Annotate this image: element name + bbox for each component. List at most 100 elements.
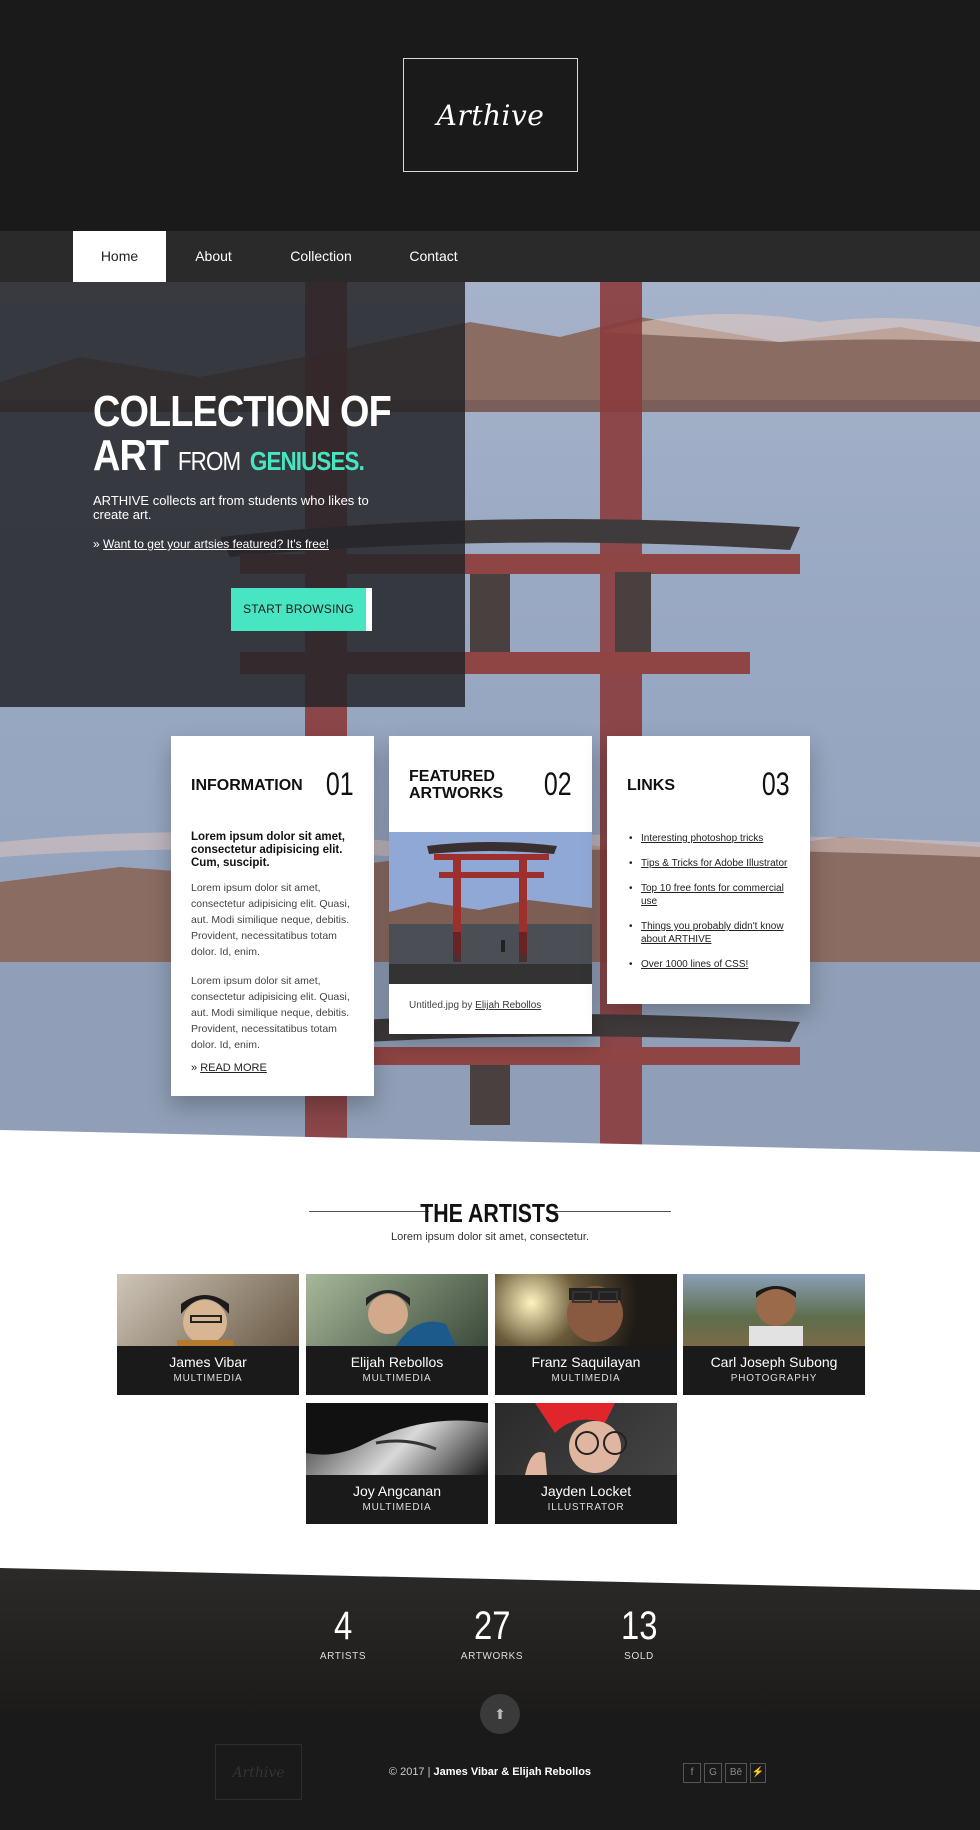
information-card: INFORMATION 01 Lorem ipsum dolor sit ame…: [171, 736, 374, 1096]
list-item: Over 1000 lines of CSS!: [627, 958, 792, 971]
link-free-fonts[interactable]: Top 10 free fonts for commercial use: [641, 883, 784, 907]
logo-text: Arthive: [436, 98, 545, 132]
avatar: [306, 1403, 488, 1455]
double-chevron-right-icon: »: [191, 1062, 198, 1074]
avatar: [177, 1295, 233, 1346]
artist-photo: [117, 1274, 299, 1346]
artist-role: PHOTOGRAPHY: [730, 1373, 818, 1384]
copyright: © 2017 | James Vibar & Elijah Rebollos: [0, 1766, 980, 1778]
artist-name: Carl Joseph Subong: [710, 1354, 838, 1370]
artist-card[interactable]: Elijah Rebollos MULTIMEDIA: [306, 1274, 488, 1395]
featured-artworks-card: FEATURED ARTWORKS 02 Untitled.jpg by Eli…: [389, 736, 592, 1034]
hero-title-from: FROM: [177, 446, 241, 476]
artist-card[interactable]: Franz Saquilayan MULTIMEDIA: [495, 1274, 677, 1395]
information-lead: Lorem ipsum dolor sit amet, consectetur …: [191, 831, 345, 869]
information-card-number: 01: [326, 766, 354, 802]
artists-subtitle: Lorem ipsum dolor sit amet, consectetur.: [390, 1231, 590, 1243]
stat-number: 4: [333, 1604, 353, 1648]
hero-title-geniuses: GENIUSES.: [249, 446, 365, 476]
featured-caption: Untitled.jpg by Elijah Rebollos: [409, 1000, 541, 1011]
avatar: [525, 1403, 627, 1475]
link-about-arthive[interactable]: Things you probably didn't know about AR…: [641, 921, 784, 945]
links-card: LINKS 03 Interesting photoshop tricks Ti…: [607, 736, 810, 1004]
deviantart-icon[interactable]: ⚡: [750, 1763, 766, 1783]
artist-card[interactable]: Joy Angcanan MULTIMEDIA: [306, 1403, 488, 1524]
nav-item-collection[interactable]: Collection: [261, 231, 381, 282]
nav-item-home[interactable]: Home: [73, 231, 166, 282]
link-css-lines[interactable]: Over 1000 lines of CSS!: [641, 959, 748, 970]
featured-card-title-line1: FEATURED: [409, 768, 495, 785]
stat-number: 27: [473, 1604, 511, 1648]
read-more-link[interactable]: READ MORE: [200, 1062, 267, 1074]
link-photoshop-tricks[interactable]: Interesting photoshop tricks: [641, 833, 763, 844]
information-paragraph-2: Lorem ipsum dolor sit amet, consectetur …: [191, 975, 350, 1051]
link-illustrator-tips[interactable]: Tips & Tricks for Adobe Illustrator: [641, 858, 787, 869]
artist-photo: [306, 1403, 488, 1475]
read-more-link-wrapper: » READ MORE: [191, 1062, 267, 1074]
hero-description: ARTHIVE collects art from students who l…: [93, 493, 369, 522]
featured-card-title: FEATURED ARTWORKS: [409, 768, 503, 802]
nav-item-about[interactable]: About: [166, 231, 261, 282]
hero-title-art: ART: [93, 431, 169, 480]
stat-label: ARTISTS: [319, 1651, 367, 1662]
artist-role: MULTIMEDIA: [551, 1373, 621, 1384]
back-to-top-button[interactable]: ⬆: [480, 1694, 520, 1734]
avatar: [567, 1286, 623, 1342]
stat-number: 13: [620, 1604, 658, 1648]
list-item: Things you probably didn't know about AR…: [627, 920, 792, 946]
site-header: Arthive: [0, 0, 980, 231]
information-paragraph-1: Lorem ipsum dolor sit amet, consectetur …: [191, 882, 350, 958]
copyright-text: © 2017 |: [388, 1766, 431, 1778]
list-item: Tips & Tricks for Adobe Illustrator: [627, 857, 792, 870]
stat-artists: 4 ARTISTS: [283, 1604, 403, 1662]
arrow-up-icon: ⬆: [494, 1706, 506, 1722]
links-list: Interesting photoshop tricks Tips & Tric…: [627, 832, 792, 983]
artist-photo: [306, 1274, 488, 1346]
artist-name: Jayden Locket: [540, 1483, 632, 1499]
links-card-number: 03: [762, 766, 790, 802]
artist-photo: [495, 1403, 677, 1475]
main-nav: Home About Collection Contact: [0, 231, 980, 282]
double-chevron-right-icon: »: [93, 537, 100, 551]
artist-card[interactable]: James Vibar MULTIMEDIA: [117, 1274, 299, 1395]
start-browsing-button[interactable]: START BROWSING: [231, 588, 372, 631]
artist-role: MULTIMEDIA: [362, 1373, 432, 1384]
links-card-title: LINKS: [627, 777, 675, 794]
artist-card[interactable]: Jayden Locket ILLUSTRATOR: [495, 1403, 677, 1524]
featured-card-title-line2: ARTWORKS: [409, 785, 504, 802]
avatar: [749, 1286, 803, 1346]
google-icon[interactable]: G: [704, 1763, 722, 1783]
list-item: Top 10 free fonts for commercial use: [627, 882, 792, 908]
hero-featured-link: » Want to get your artsies featured? It'…: [93, 537, 329, 551]
stat-label: ARTWORKS: [460, 1651, 524, 1662]
copyright-authors: James Vibar & Elijah Rebollos: [433, 1766, 592, 1778]
artist-role: MULTIMEDIA: [173, 1373, 243, 1384]
stat-artworks: 27 ARTWORKS: [432, 1604, 552, 1662]
avatar: [366, 1290, 456, 1346]
artist-role: ILLUSTRATOR: [547, 1502, 625, 1513]
artist-name: Elijah Rebollos: [350, 1354, 444, 1370]
featured-artwork-image[interactable]: [389, 832, 592, 984]
artists-title: THE ARTISTS: [0, 1198, 980, 1229]
artist-name: Franz Saquilayan: [531, 1354, 641, 1370]
behance-icon[interactable]: Bē: [725, 1763, 747, 1783]
artist-name: James Vibar: [169, 1354, 247, 1370]
featured-card-number: 02: [544, 766, 572, 802]
artist-photo: [683, 1274, 865, 1346]
artist-card[interactable]: Carl Joseph Subong PHOTOGRAPHY: [683, 1274, 865, 1395]
list-item: Interesting photoshop tricks: [627, 832, 792, 845]
artist-name: Joy Angcanan: [353, 1483, 441, 1499]
hero-title: COLLECTION OF: [93, 387, 392, 436]
artists-title-text: THE ARTISTS: [420, 1198, 560, 1228]
information-card-title: INFORMATION: [191, 777, 303, 794]
artist-photo: [495, 1274, 677, 1346]
caption-author-link[interactable]: Elijah Rebollos: [475, 1000, 541, 1011]
hero-subtitle: ART FROM GENIUSES.: [93, 431, 365, 483]
logo[interactable]: Arthive: [403, 58, 578, 172]
nav-item-contact[interactable]: Contact: [381, 231, 486, 282]
stat-sold: 13 SOLD: [579, 1604, 699, 1662]
facebook-icon[interactable]: f: [683, 1763, 701, 1783]
stat-label: SOLD: [624, 1651, 654, 1662]
featured-link[interactable]: Want to get your artsies featured? It's …: [103, 537, 329, 551]
torii-artwork-thumbnail: [389, 832, 592, 984]
